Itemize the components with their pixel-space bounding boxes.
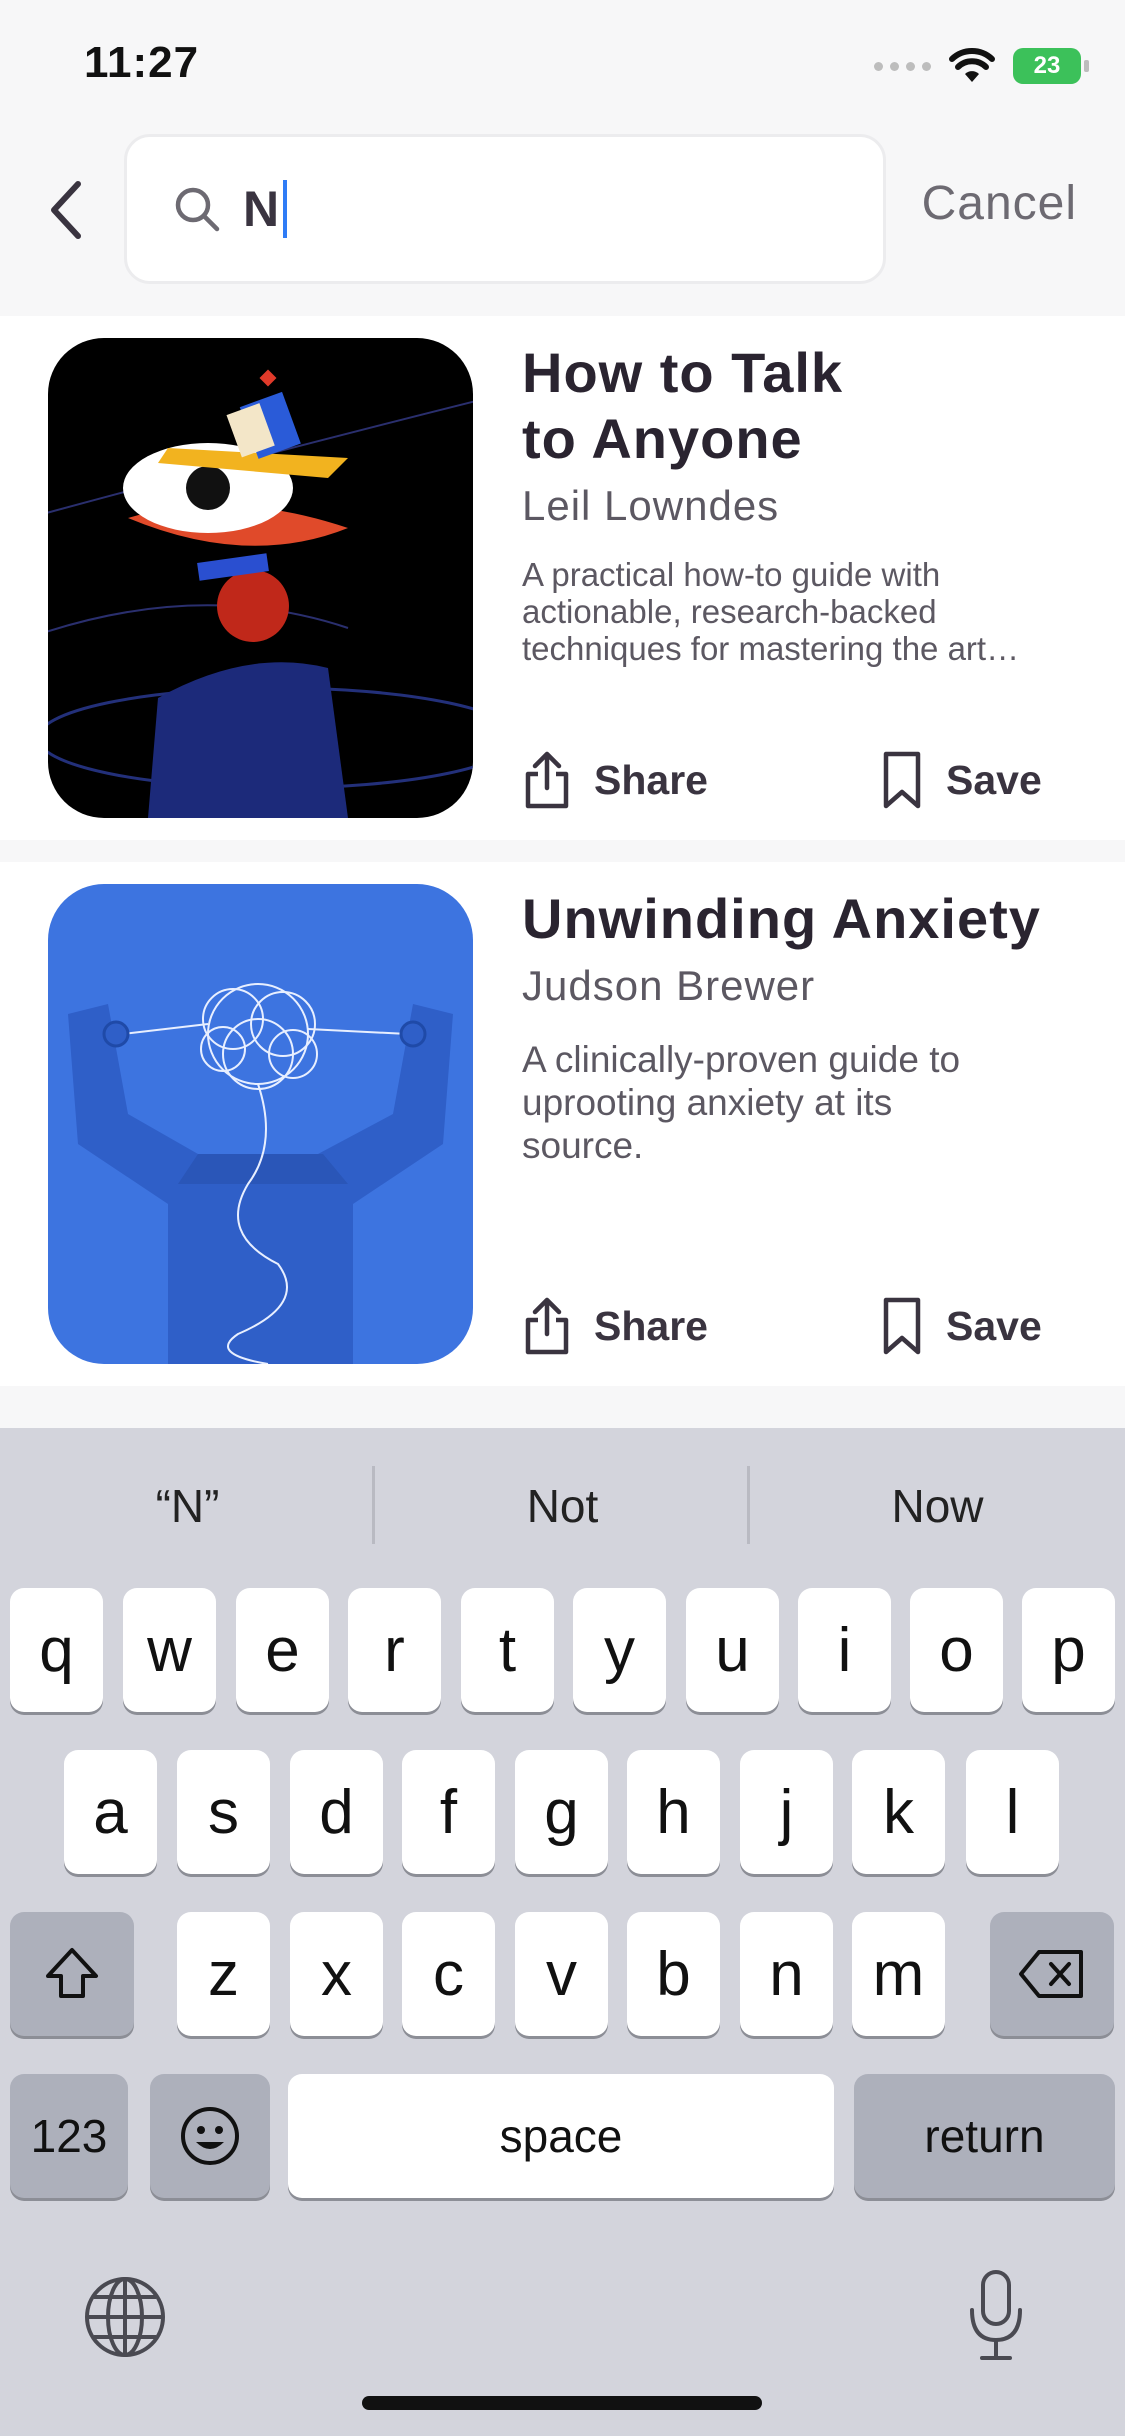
book-description: A clinically-proven guide to uprooting a… [522, 1038, 1082, 1167]
chevron-left-icon [51, 181, 81, 239]
share-icon [525, 751, 569, 809]
description-line: A practical how-to guide with [522, 556, 941, 593]
book-author: Leil Lowndes [522, 482, 780, 529]
keyboard: “N” Not Now q w e r t y u i o p a s d f … [0, 1428, 1125, 2436]
status-time: 11:27 [84, 38, 200, 87]
return-key[interactable]: return [854, 2074, 1115, 2198]
book-title-line: How to Talk [522, 341, 844, 404]
book-cover-how-to-talk[interactable] [48, 338, 473, 818]
share-icon [525, 1297, 569, 1355]
key-e[interactable]: e [236, 1588, 329, 1712]
key-v[interactable]: v [515, 1912, 608, 2036]
dictation-button[interactable] [966, 2268, 1026, 2369]
battery-icon: 23 [1013, 48, 1089, 84]
shift-key[interactable] [10, 1912, 134, 2036]
search-input[interactable]: N [243, 180, 288, 238]
key-k[interactable]: k [852, 1750, 945, 1874]
save-button[interactable]: Save [880, 1296, 1042, 1356]
shift-icon [46, 1948, 98, 1998]
description-line: techniques for mastering the art… [522, 630, 1020, 667]
bookmark-icon [883, 1297, 921, 1355]
emoji-icon [181, 2107, 239, 2165]
bookmark-icon [883, 751, 921, 809]
key-g[interactable]: g [515, 1750, 608, 1874]
save-label: Save [946, 1302, 1042, 1349]
key-w[interactable]: w [123, 1588, 216, 1712]
delete-key[interactable] [990, 1912, 1114, 2036]
key-j[interactable]: j [740, 1750, 833, 1874]
key-a[interactable]: a [64, 1750, 157, 1874]
save-button[interactable]: Save [880, 750, 1042, 810]
key-l[interactable]: l [966, 1750, 1059, 1874]
description-line: actionable, research-backed [522, 593, 937, 630]
home-indicator [362, 2396, 762, 2410]
book-description: A practical how-to guide with actionable… [522, 556, 1082, 667]
space-key[interactable]: space [288, 2074, 834, 2198]
share-button[interactable]: Share [522, 1296, 708, 1356]
signal-dots-icon [874, 61, 931, 71]
key-f[interactable]: f [402, 1750, 495, 1874]
share-label: Share [594, 756, 708, 803]
key-n[interactable]: n [740, 1912, 833, 2036]
key-r[interactable]: r [348, 1588, 441, 1712]
key-i[interactable]: i [798, 1588, 891, 1712]
cancel-button[interactable]: Cancel [922, 176, 1077, 231]
book-title[interactable]: How to Talk to Anyone [522, 340, 843, 472]
key-x[interactable]: x [290, 1912, 383, 2036]
backspace-icon [1019, 1950, 1083, 1998]
back-button[interactable] [46, 170, 92, 250]
description-line: uprooting anxiety at its [522, 1082, 893, 1123]
emoji-key[interactable] [150, 2074, 270, 2198]
text-caret [283, 180, 288, 238]
wifi-icon [949, 48, 995, 82]
key-t[interactable]: t [461, 1588, 554, 1712]
book-title[interactable]: Unwinding Anxiety [522, 886, 1041, 952]
result-card-2[interactable]: Unwinding Anxiety Judson Brewer A clinic… [0, 862, 1125, 1386]
suggestion-not[interactable]: Not [375, 1428, 750, 1584]
share-button[interactable]: Share [522, 750, 708, 810]
key-b[interactable]: b [627, 1912, 720, 2036]
search-field[interactable]: N [124, 134, 886, 284]
key-m[interactable]: m [852, 1912, 945, 2036]
key-y[interactable]: y [573, 1588, 666, 1712]
search-icon [175, 187, 220, 232]
key-s[interactable]: s [177, 1750, 270, 1874]
result-card-1[interactable]: How to Talk to Anyone Leil Lowndes A pra… [0, 316, 1125, 840]
key-h[interactable]: h [627, 1750, 720, 1874]
suggestion-now[interactable]: Now [750, 1428, 1125, 1584]
globe-button[interactable] [82, 2274, 168, 2365]
suggestion-quoted[interactable]: “N” [0, 1428, 375, 1584]
book-title-line: to Anyone [522, 407, 803, 470]
search-query-text: N [243, 181, 280, 237]
save-label: Save [946, 756, 1042, 803]
description-line: source. [522, 1125, 644, 1166]
book-cover-unwinding-anxiety[interactable] [48, 884, 473, 1364]
microphone-icon [970, 2270, 1022, 2360]
key-u[interactable]: u [686, 1588, 779, 1712]
book-author: Judson Brewer [522, 962, 816, 1009]
share-label: Share [594, 1302, 708, 1349]
key-c[interactable]: c [402, 1912, 495, 2036]
numbers-key[interactable]: 123 [10, 2074, 128, 2198]
battery-level: 23 [1033, 52, 1061, 79]
globe-icon [85, 2277, 165, 2357]
description-line: A clinically-proven guide to [522, 1039, 961, 1080]
key-o[interactable]: o [910, 1588, 1003, 1712]
key-z[interactable]: z [177, 1912, 270, 2036]
status-icons: 23 [874, 44, 1089, 88]
key-d[interactable]: d [290, 1750, 383, 1874]
key-q[interactable]: q [10, 1588, 103, 1712]
key-p[interactable]: p [1022, 1588, 1115, 1712]
